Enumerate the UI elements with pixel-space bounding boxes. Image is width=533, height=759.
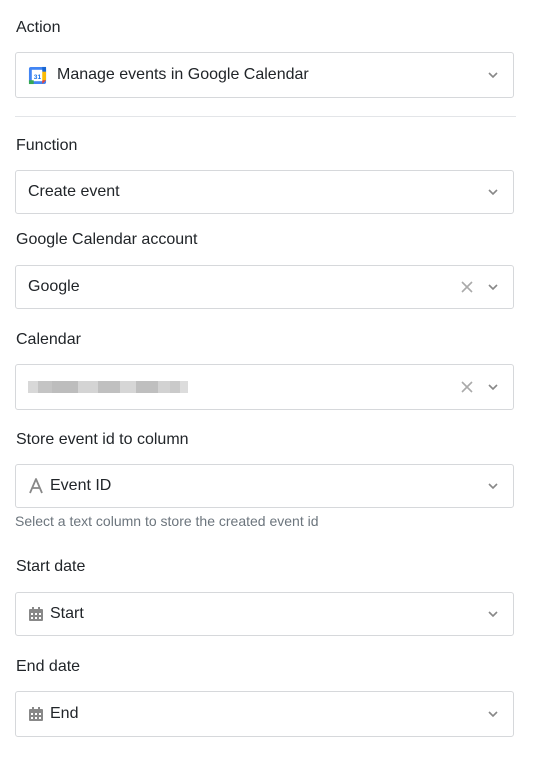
clear-icon[interactable] [460,280,474,294]
account-select-value: Google [28,278,80,295]
redacted-value [28,377,188,397]
svg-text:31: 31 [34,73,42,80]
calendar-icon [29,707,43,721]
calendar-label: Calendar [16,331,81,348]
start-date-select[interactable]: Start [15,592,514,636]
action-select-value: Manage events in Google Calendar [57,66,309,83]
store-event-label: Store event id to column [16,431,189,448]
calendar-icon [29,607,43,621]
chevron-down-icon [488,711,498,718]
store-event-hint: Select a text column to store the create… [15,513,319,529]
end-date-label: End date [16,658,81,675]
divider [15,116,516,117]
action-select[interactable]: 31 Manage events in Google Calendar [15,52,514,98]
calendar-select[interactable] [15,364,514,410]
store-event-select[interactable]: Event ID [15,464,514,508]
start-date-label: Start date [16,558,86,575]
account-label: Google Calendar account [16,231,198,248]
clear-icon[interactable] [460,380,474,394]
end-date-select-value: End [50,705,79,722]
account-select[interactable]: Google [15,265,514,309]
end-date-select[interactable]: End [15,691,514,737]
start-date-select-value: Start [50,605,84,622]
automation-action-panel: Action 31 Manage events in Google Calend… [0,0,533,759]
function-select[interactable]: Create event [15,170,514,214]
function-label: Function [16,137,78,154]
google-calendar-icon: 31 [28,66,47,84]
chevron-down-icon [488,384,498,391]
text-column-icon [29,478,43,494]
chevron-down-icon [488,483,498,490]
function-select-value: Create event [28,183,120,200]
chevron-down-icon [488,72,498,79]
chevron-down-icon [488,611,498,618]
store-event-select-value: Event ID [50,477,112,494]
action-label: Action [16,19,61,36]
chevron-down-icon [488,189,498,196]
chevron-down-icon [488,284,498,291]
